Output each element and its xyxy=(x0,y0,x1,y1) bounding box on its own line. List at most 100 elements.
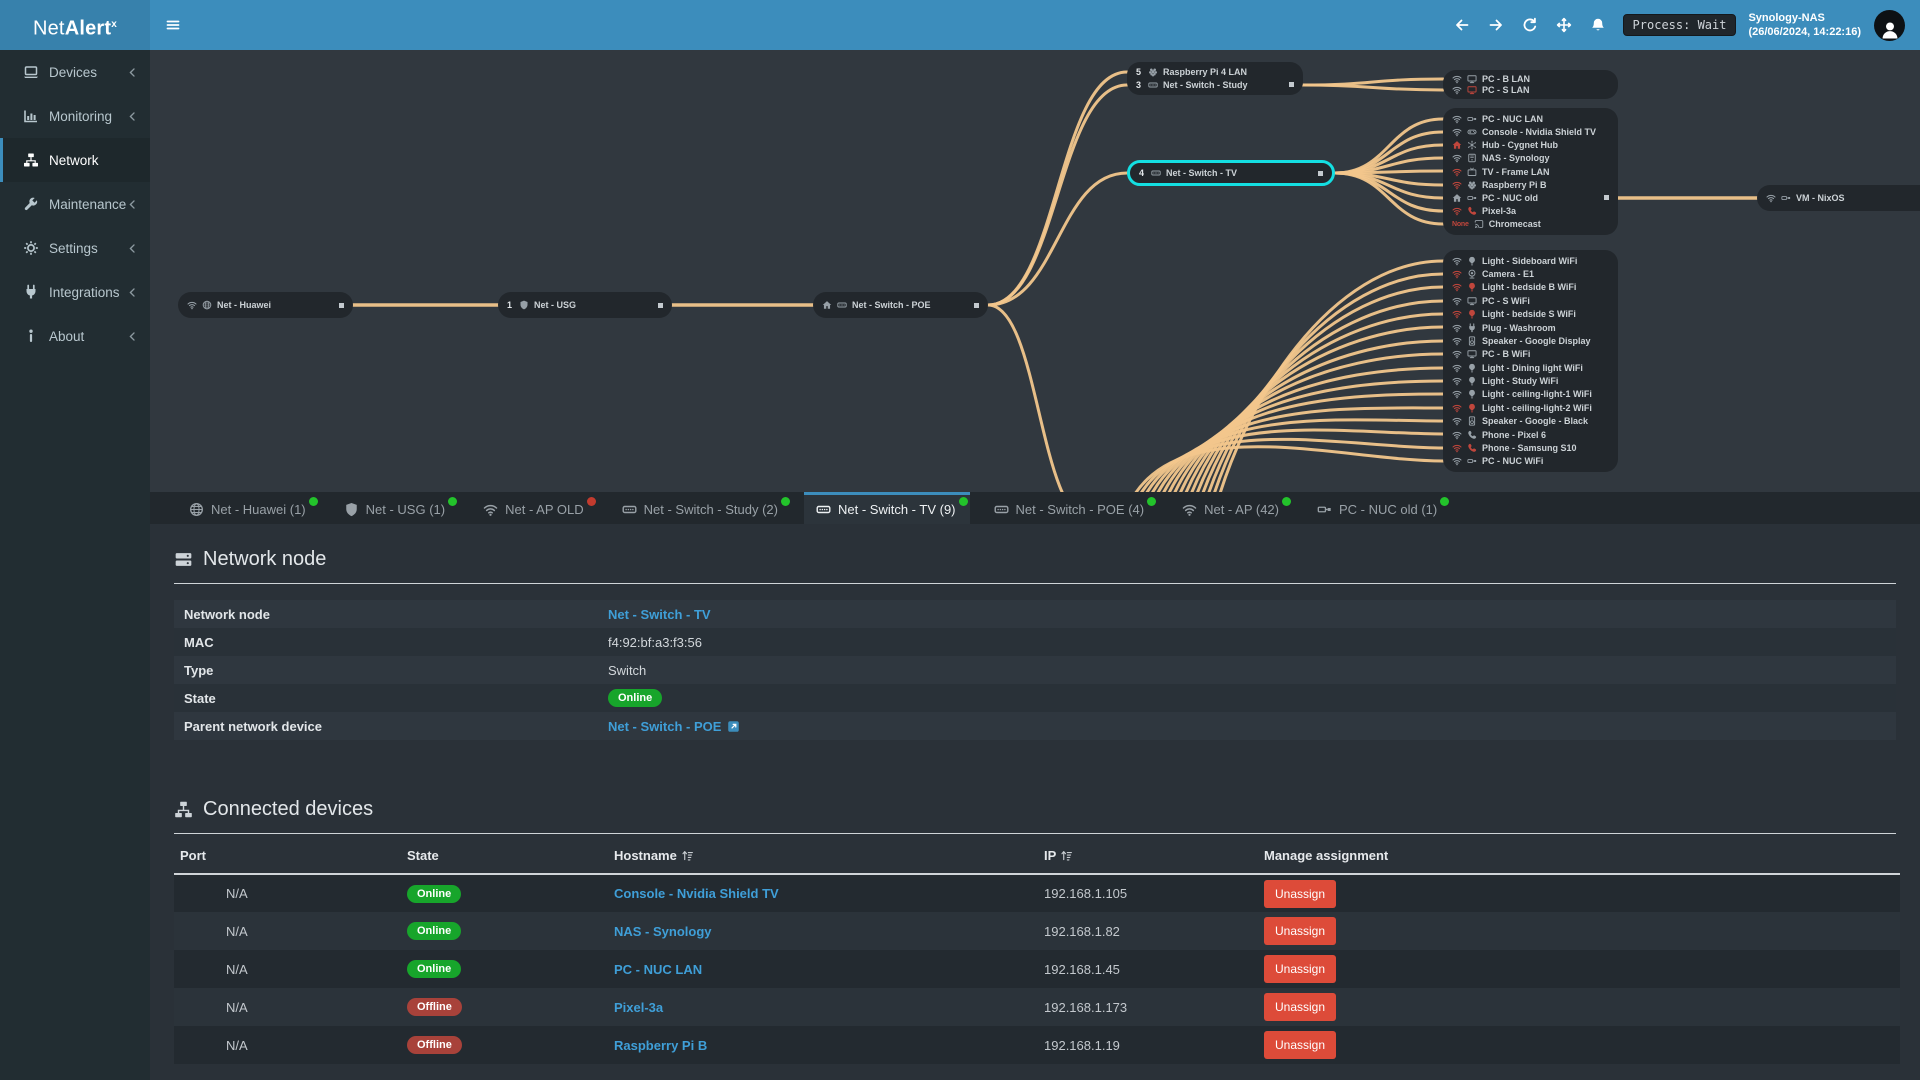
node-row-pc-s-wifi: PC - S WiFi xyxy=(1452,294,1609,307)
hostname-link[interactable]: NAS - Synology xyxy=(614,924,712,939)
node-label: PC - B LAN xyxy=(1482,74,1530,85)
sidebar-item-integrations[interactable]: Integrations xyxy=(0,270,150,314)
node-group-ap-devices[interactable]: Light - Sideboard WiFi Camera - E1 Light -… xyxy=(1443,250,1618,472)
sidebar-toggle-button[interactable] xyxy=(150,0,196,50)
bulb-icon xyxy=(1467,403,1477,413)
laptop-icon xyxy=(23,64,39,80)
expand-handle[interactable] xyxy=(339,302,344,308)
parent-node-link[interactable]: Net - Switch - POE xyxy=(608,719,721,734)
expand-handle[interactable] xyxy=(1604,195,1609,201)
user-icon xyxy=(1879,19,1901,41)
tab-label: Net - Switch - Study (2) xyxy=(643,502,778,517)
unassign-button[interactable]: Unassign xyxy=(1264,879,1337,908)
tab-label: Net - AP (42) xyxy=(1204,502,1279,517)
hostname-link[interactable]: PC - NUC LAN xyxy=(614,962,702,977)
user-avatar[interactable] xyxy=(1874,9,1905,41)
node-row-tv-frame-lan: TV - Frame LAN xyxy=(1452,165,1609,178)
monitor-icon xyxy=(1467,296,1477,306)
expand-handle[interactable] xyxy=(974,302,979,308)
tab-pc-nuc-old-1[interactable]: PC - NUC old (1) xyxy=(1305,492,1451,524)
detail-panel: Network node Network node Net - Switch -… xyxy=(150,524,1920,1080)
wifi-icon xyxy=(1452,282,1462,292)
node-group-tv-devices[interactable]: PC - NUC LAN Console - Nvidia Shield TV Hu… xyxy=(1443,108,1618,235)
unassign-button[interactable]: Unassign xyxy=(1264,993,1337,1021)
node-study-group[interactable]: 5 Raspberry Pi 4 LAN 3 Net - Switch - Study xyxy=(1127,62,1303,95)
menu-icon xyxy=(165,17,181,33)
unassign-button[interactable]: Unassign xyxy=(1264,955,1337,983)
nav-notifications-button[interactable] xyxy=(1581,0,1615,50)
node-row-pc-b-wifi: PC - B WiFi xyxy=(1452,348,1609,361)
node-net-switch-poe[interactable]: Net - Switch - POE xyxy=(813,292,988,318)
port-cell: N/A xyxy=(226,999,248,1015)
wrench-icon xyxy=(23,196,39,212)
chevron-left-icon xyxy=(127,199,138,210)
nav-refresh-button[interactable] xyxy=(1513,0,1547,50)
expand-handle[interactable] xyxy=(1289,82,1294,88)
wifi-icon xyxy=(1182,502,1197,517)
node-vm-nixos[interactable]: VM - NixOS xyxy=(1757,185,1920,211)
node-label: PC - NUC old xyxy=(1482,192,1538,203)
hostname-link[interactable]: Console - Nvidia Shield TV xyxy=(614,886,779,901)
node-group-study-devices[interactable]: PC - B LAN PC - S LAN xyxy=(1443,70,1618,99)
node-net-usg[interactable]: 1 Net - USG xyxy=(498,292,672,318)
host-name: Synology-NAS xyxy=(1748,12,1825,24)
state-badge: Online xyxy=(608,689,663,707)
hostname-link[interactable]: Pixel-3a xyxy=(614,1000,663,1015)
tab-net-usg-1[interactable]: Net - USG (1) xyxy=(332,492,459,524)
sidebar-item-about[interactable]: About xyxy=(0,314,150,358)
network-node-link[interactable]: Net - Switch - TV xyxy=(608,607,711,622)
port-cell: N/A xyxy=(226,923,248,939)
raspberry-icon xyxy=(1148,67,1158,77)
state-badge: Online xyxy=(407,884,462,903)
sidebar-item-devices[interactable]: Devices xyxy=(0,50,150,94)
node-label: Light - Sideboard WiFi xyxy=(1482,255,1578,266)
network-node-details: Network node Net - Switch - TV MAC f4:92… xyxy=(174,600,1896,740)
tab-net-ap-42[interactable]: Net - AP (42) xyxy=(1170,492,1293,524)
chevron-left-icon xyxy=(127,67,138,78)
column-header-hostname[interactable]: Hostname xyxy=(608,838,1038,875)
node-label: Net - USG xyxy=(534,300,577,310)
speaker-icon xyxy=(1467,336,1477,346)
globe-icon xyxy=(202,300,212,310)
column-header-ip[interactable]: IP xyxy=(1038,838,1258,875)
expand-handle[interactable] xyxy=(658,302,663,308)
nav-back-button[interactable] xyxy=(1445,0,1479,50)
node-label: Camera - E1 xyxy=(1482,269,1535,280)
sidebar-item-maintenance[interactable]: Maintenance xyxy=(0,182,150,226)
node-label: Light - ceiling-light-2 WiFi xyxy=(1482,402,1592,413)
node-label: PC - S LAN xyxy=(1482,84,1530,95)
unassign-button[interactable]: Unassign xyxy=(1264,917,1337,945)
status-dot-green xyxy=(1282,497,1291,506)
arrow-left-icon xyxy=(1454,17,1470,33)
tab-net-switch-tv-9[interactable]: Net - Switch - TV (9) xyxy=(804,492,970,524)
tab-net-switch-poe-4[interactable]: Net - Switch - POE (4) xyxy=(982,492,1159,524)
hostname-cell: NAS - Synology xyxy=(608,912,1038,950)
wifi-icon xyxy=(1452,349,1462,359)
bulb-icon xyxy=(1467,363,1477,373)
unassign-button[interactable]: Unassign xyxy=(1264,1031,1337,1059)
sidebar-item-settings[interactable]: Settings xyxy=(0,226,150,270)
wifi-icon xyxy=(1766,193,1776,203)
node-row-nas-synology: NAS - Synology xyxy=(1452,152,1609,165)
wifi-icon xyxy=(1452,114,1462,124)
device-row-nas-synology: N/A Online NAS - Synology 192.168.1.82 U… xyxy=(174,912,1900,950)
state-cell: Offline xyxy=(401,988,608,1026)
expand-handle[interactable] xyxy=(1318,170,1323,176)
hostname-link[interactable]: Raspberry Pi B xyxy=(614,1038,707,1053)
nav-forward-button[interactable] xyxy=(1479,0,1513,50)
process-status-badge[interactable]: Process: Wait xyxy=(1622,14,1737,36)
sidebar-item-monitoring[interactable]: Monitoring xyxy=(0,94,150,138)
globe-icon xyxy=(189,502,204,517)
tab-net-ap-old[interactable]: Net - AP OLD xyxy=(471,492,598,524)
node-row-chromecast: None Chromecast xyxy=(1452,218,1609,231)
node-net-huawei[interactable]: Net - Huawei xyxy=(178,292,353,318)
nav-fit-button[interactable] xyxy=(1547,0,1581,50)
sidebar-item-network[interactable]: Network xyxy=(0,138,150,182)
wifi-icon xyxy=(1452,443,1462,453)
node-row-vm-nixos: VM - NixOS xyxy=(1766,189,1920,207)
tab-net-huawei-1[interactable]: Net - Huawei (1) xyxy=(177,492,320,524)
app-logo[interactable]: NetAlertx xyxy=(0,0,150,50)
device-count: 1 xyxy=(507,300,513,310)
node-net-switch-tv[interactable]: 4 Net - Switch - TV xyxy=(1127,160,1335,186)
tab-net-switch-study-2[interactable]: Net - Switch - Study (2) xyxy=(610,492,792,524)
